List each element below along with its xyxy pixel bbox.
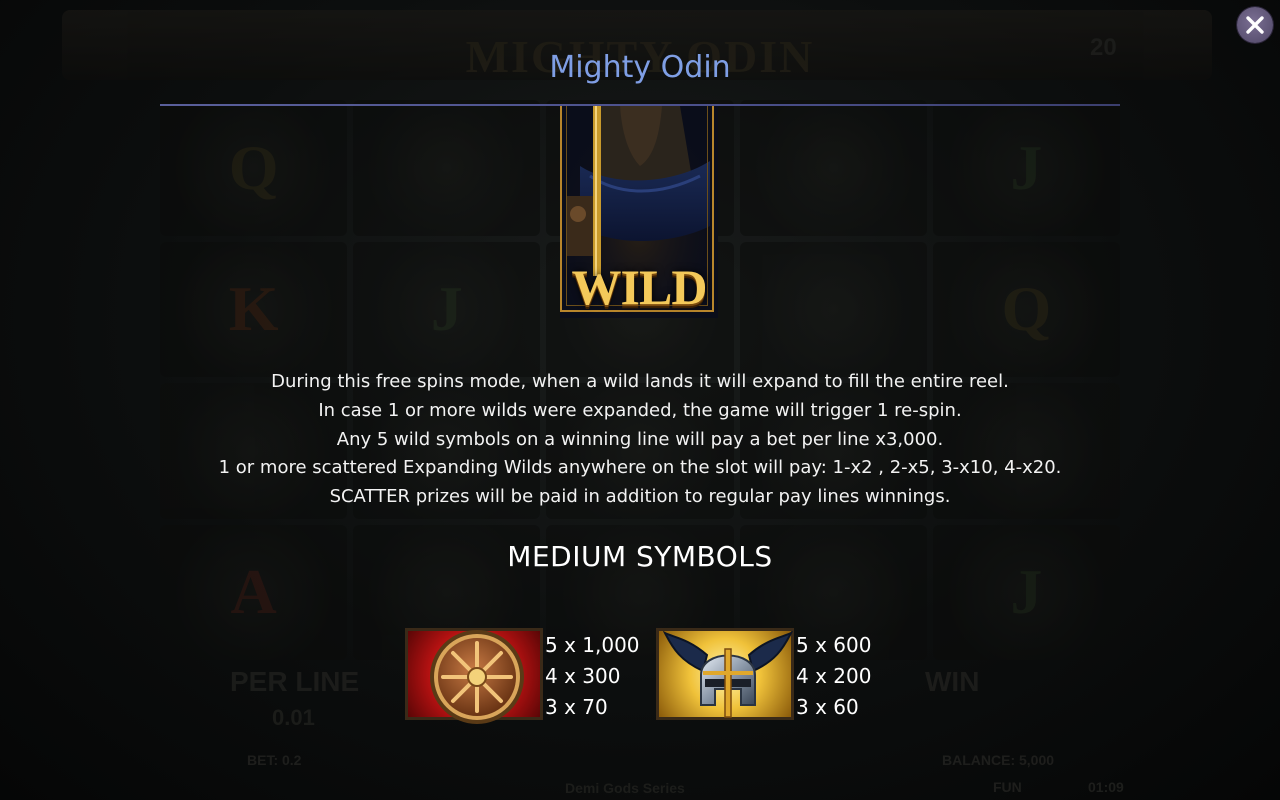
payout-line: 5 x 600 [796, 633, 872, 657]
description-line: 1 or more scattered Expanding Wilds anyw… [218, 457, 1062, 479]
description-line: SCATTER prizes will be paid in addition … [329, 486, 951, 508]
wild-label: WILD [571, 259, 708, 315]
payout-line: 5 x 1,000 [545, 633, 640, 657]
payout-line: 4 x 200 [796, 664, 872, 688]
close-icon [1246, 16, 1264, 34]
paytable-overlay: Mighty Odin WILD During this free spins … [0, 0, 1280, 800]
shield-icon [430, 630, 524, 724]
medium-symbol-helmet: 5 x 600 4 x 200 3 x 60 [656, 628, 871, 726]
page-title: Mighty Odin [549, 50, 731, 85]
close-button[interactable] [1237, 7, 1273, 43]
payout-line: 3 x 70 [545, 695, 608, 719]
description-line: In case 1 or more wilds were expanded, t… [318, 399, 962, 421]
wild-description: During this free spins mode, when a wild… [0, 368, 1280, 512]
section-heading: MEDIUM SYMBOLS [507, 540, 773, 573]
helmet-payouts: 5 x 600 4 x 200 3 x 60 [796, 630, 871, 723]
description-line: During this free spins mode, when a wild… [271, 371, 1009, 392]
medium-symbol-shield: 5 x 1,000 4 x 300 3 x 70 [405, 628, 640, 726]
payout-line: 3 x 60 [796, 695, 859, 719]
description-line: Any 5 wild symbols on a winning line wil… [336, 428, 944, 450]
shield-payouts: 5 x 1,000 4 x 300 3 x 70 [545, 630, 640, 723]
wild-symbol-card: WILD [560, 106, 718, 318]
helmet-tile [656, 628, 794, 720]
game-screen: MIGHTY ODIN 20 Q J K J Q A J PER LINE 0.… [0, 0, 1280, 800]
shield-tile [405, 628, 543, 724]
winged-helmet-icon [662, 630, 794, 718]
payout-line: 4 x 300 [545, 664, 621, 688]
